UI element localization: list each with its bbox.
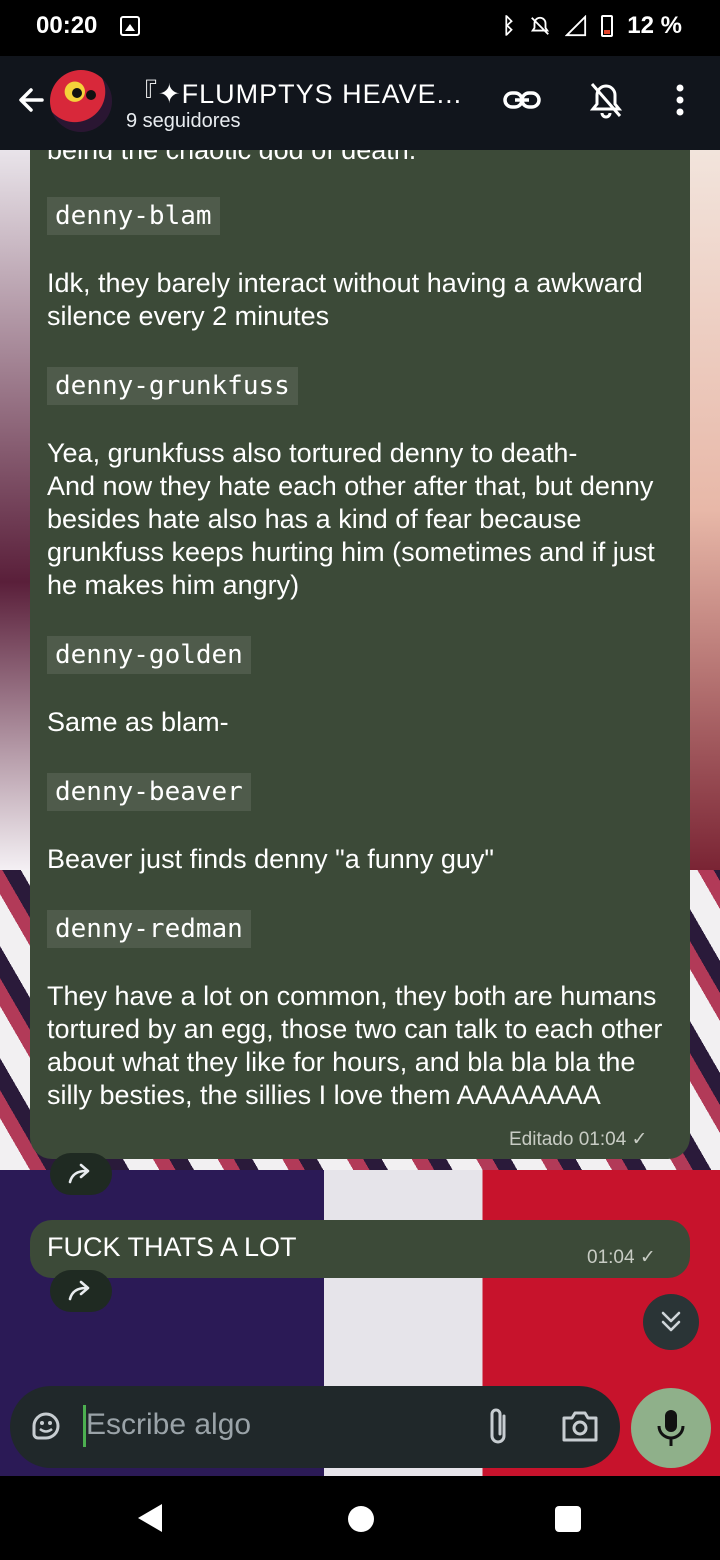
battery-icon bbox=[601, 15, 614, 37]
nav-home-icon[interactable] bbox=[348, 1506, 374, 1532]
code-label: denny-redman bbox=[47, 910, 251, 948]
message-meta: Editado 01:04 ✓ bbox=[509, 1129, 648, 1150]
signal-icon bbox=[565, 15, 587, 37]
camera-icon[interactable] bbox=[560, 1408, 600, 1444]
channel-subtitle[interactable]: 9 seguidores bbox=[126, 110, 241, 133]
message-text: Beaver just finds denny "a funny guy" bbox=[47, 844, 494, 874]
status-icons: ᛒ 12 % bbox=[502, 12, 682, 40]
message-text: FUCK THATS A LOT bbox=[47, 1232, 297, 1262]
message-text-partial: being the chaotic god of death. bbox=[47, 150, 677, 160]
code-label: denny-blam bbox=[47, 197, 220, 235]
message-meta: 01:04 ✓ bbox=[587, 1247, 656, 1268]
bell-off-icon[interactable] bbox=[584, 78, 628, 122]
code-label: denny-grunkfuss bbox=[47, 367, 298, 405]
message-text: They have a lot on common, they both are… bbox=[47, 981, 663, 1110]
chat-area[interactable]: being the chaotic god of death. denny-bl… bbox=[0, 150, 720, 1476]
status-bar: 00:20 ᛒ 12 % bbox=[0, 0, 720, 56]
system-nav-bar bbox=[0, 1476, 720, 1560]
nav-back-icon[interactable] bbox=[138, 1504, 162, 1532]
mic-icon bbox=[657, 1410, 685, 1446]
sticker-icon[interactable] bbox=[28, 1408, 64, 1444]
battery-level: 12 % bbox=[627, 12, 682, 39]
forward-icon bbox=[68, 1280, 90, 1301]
voice-record-button[interactable] bbox=[631, 1388, 711, 1468]
message-input[interactable]: Escribe algo bbox=[86, 1408, 251, 1442]
more-vert-icon[interactable] bbox=[658, 78, 702, 122]
nav-recents-icon[interactable] bbox=[555, 1506, 581, 1532]
message-text: Yea, grunkfuss also tortured denny to de… bbox=[47, 438, 655, 600]
forward-button[interactable] bbox=[50, 1153, 112, 1195]
channel-title[interactable]: 『✦FLUMPTYS HEAVE... bbox=[130, 72, 462, 111]
scroll-down-button[interactable] bbox=[643, 1294, 699, 1350]
status-time: 00:20 bbox=[36, 12, 98, 39]
link-icon[interactable] bbox=[500, 78, 544, 122]
message-text: Same as blam- bbox=[47, 707, 229, 737]
image-notification-icon bbox=[120, 16, 140, 36]
code-label: denny-beaver bbox=[47, 773, 251, 811]
chat-header: 『✦FLUMPTYS HEAVE... 9 seguidores bbox=[0, 56, 720, 150]
bell-off-status-icon bbox=[531, 16, 550, 35]
bluetooth-icon: ᛒ bbox=[502, 13, 516, 38]
forward-button[interactable] bbox=[50, 1270, 112, 1312]
chevron-double-down-icon bbox=[661, 1311, 681, 1332]
code-label: denny-golden bbox=[47, 636, 251, 674]
paperclip-icon[interactable] bbox=[482, 1406, 514, 1448]
back-arrow-icon[interactable] bbox=[12, 80, 52, 120]
channel-avatar[interactable] bbox=[50, 70, 112, 132]
message-text: Idk, they barely interact without having… bbox=[47, 268, 643, 331]
forward-icon bbox=[68, 1163, 90, 1184]
